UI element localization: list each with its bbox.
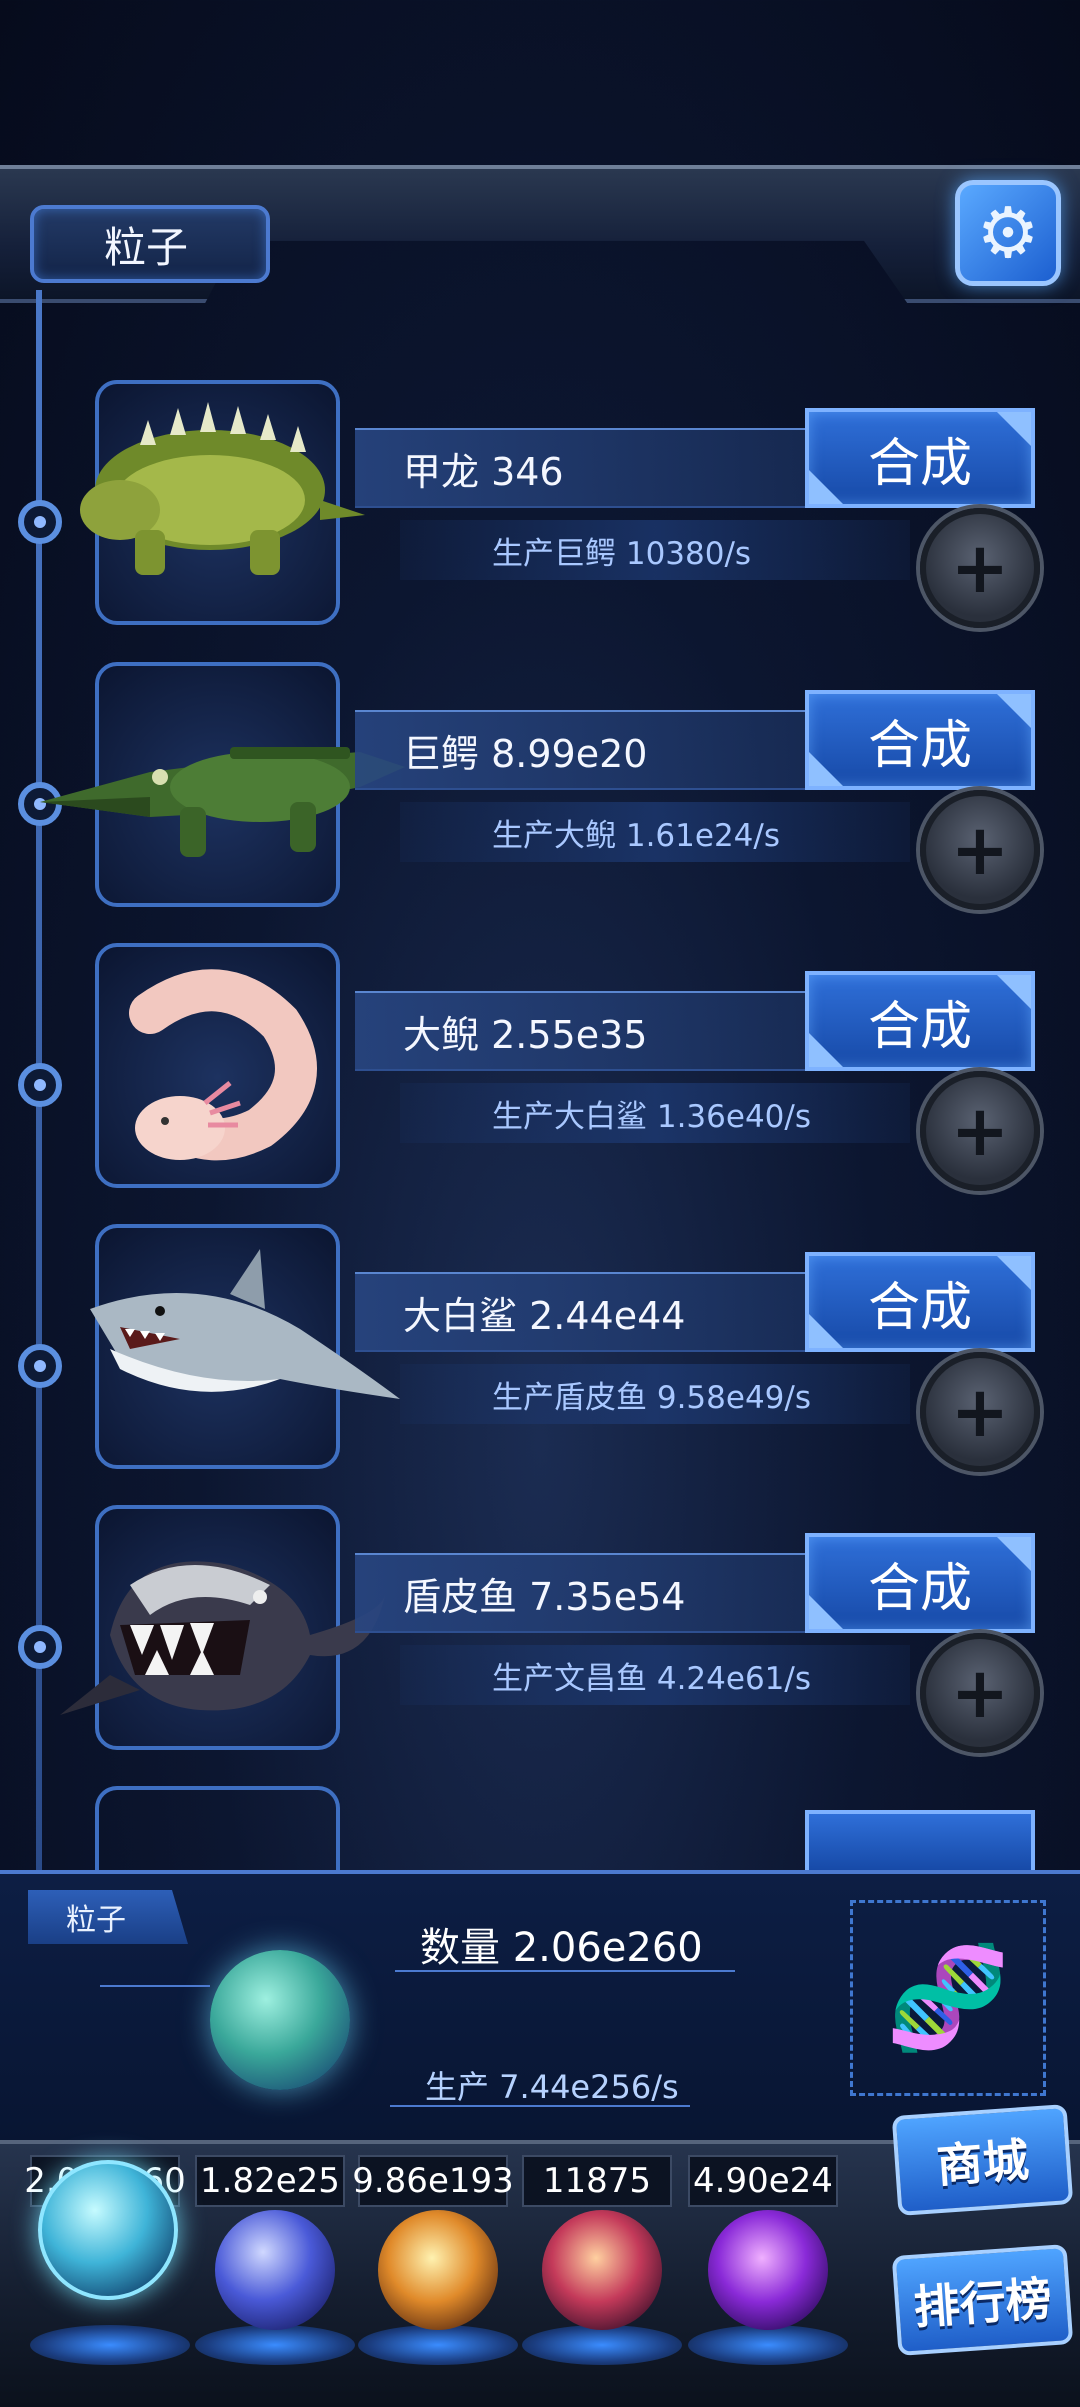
- creature-production-rate: 生产大鲵 1.61e24/s: [400, 802, 910, 862]
- merge-button[interactable]: 合成: [805, 971, 1035, 1071]
- plus-icon[interactable]: +: [920, 1071, 1040, 1191]
- fire-orb-icon[interactable]: [378, 2210, 498, 2330]
- dna-icon: 🧬: [850, 1900, 1046, 2096]
- creature-production-rate: 生产大白鲨 1.36e40/s: [400, 1083, 910, 1143]
- resource-value-vortex: 4.90e24: [688, 2155, 838, 2207]
- creature-name-count: 大鲵 2.55e35: [355, 991, 805, 1071]
- leaderboard-button[interactable]: 排行榜: [891, 2244, 1074, 2356]
- ankylosaurus-icon: [60, 390, 370, 590]
- connector-line: [100, 1985, 210, 1987]
- merge-button[interactable]: 合成: [805, 1533, 1035, 1633]
- particle-orb-icon[interactable]: [38, 2160, 178, 2300]
- plus-icon[interactable]: +: [920, 508, 1040, 628]
- crocodile-icon: [30, 692, 410, 882]
- creature-row-armored-fish: 盾皮鱼 7.35e54 生产文昌鱼 4.24e61/s 合成 +: [0, 1505, 1080, 1765]
- creature-row-ankylosaurus: 甲龙 346 生产巨鳄 10380/s 合成 +: [0, 380, 1080, 640]
- resource-value-fire: 9.86e193: [352, 2155, 514, 2207]
- creature-name-count: 巨鳄 8.99e20: [355, 710, 805, 790]
- orb-pedestal: [195, 2325, 355, 2365]
- particle-cluster-icon: [210, 1950, 350, 2090]
- plus-icon[interactable]: +: [920, 790, 1040, 910]
- orb-pedestal: [522, 2325, 682, 2365]
- creature-production-rate: 生产盾皮鱼 9.58e49/s: [400, 1364, 910, 1424]
- creature-portrait-frame-partial: [95, 1786, 340, 1876]
- creature-name-count: 盾皮鱼 7.35e54: [355, 1553, 805, 1633]
- gear-icon[interactable]: ⚙: [955, 180, 1061, 286]
- timeline-node: [18, 1063, 62, 1107]
- creature-name-count: 大白鲨 2.44e44: [355, 1272, 805, 1352]
- creature-production-rate: 生产巨鳄 10380/s: [400, 520, 910, 580]
- creature-name-count: 甲龙 346: [355, 428, 805, 508]
- plus-icon[interactable]: +: [920, 1352, 1040, 1472]
- armored-fish-icon: [50, 1525, 390, 1735]
- current-tab-title[interactable]: 粒子: [30, 205, 270, 283]
- brain-orb-icon[interactable]: [542, 2210, 662, 2330]
- creature-production-rate: 生产文昌鱼 4.24e61/s: [400, 1645, 910, 1705]
- vortex-orb-icon[interactable]: [708, 2210, 828, 2330]
- resource-value-lightning: 1.82e25: [195, 2155, 345, 2207]
- merge-button[interactable]: 合成: [805, 408, 1035, 508]
- orb-pedestal: [30, 2325, 190, 2365]
- timeline-node: [18, 1344, 62, 1388]
- merge-button[interactable]: 合成: [805, 1252, 1035, 1352]
- orb-pedestal: [358, 2325, 518, 2365]
- creature-row-shark: 大白鲨 2.44e44 生产盾皮鱼 9.58e49/s 合成 +: [0, 1224, 1080, 1484]
- creature-row-crocodile: 巨鳄 8.99e20 生产大鲵 1.61e24/s 合成 +: [0, 662, 1080, 922]
- merge-button[interactable]: 合成: [805, 690, 1035, 790]
- panel-tab-label: 粒子: [28, 1890, 188, 1944]
- shop-button[interactable]: 商城: [891, 2104, 1074, 2216]
- orb-pedestal: [688, 2325, 848, 2365]
- merge-button-partial[interactable]: [805, 1810, 1035, 1870]
- creature-row-salamander: 大鲵 2.55e35 生产大白鲨 1.36e40/s 合成 +: [0, 943, 1080, 1203]
- plus-icon[interactable]: +: [920, 1633, 1040, 1753]
- resource-value-brain: 11875: [522, 2155, 672, 2207]
- particle-count: 数量 2.06e260: [420, 1925, 703, 1971]
- salamander-icon: [110, 953, 330, 1173]
- timeline-node: [18, 500, 62, 544]
- particle-production-rate: 生产 7.44e256/s: [425, 2068, 679, 2106]
- lightning-orb-icon[interactable]: [215, 2210, 335, 2330]
